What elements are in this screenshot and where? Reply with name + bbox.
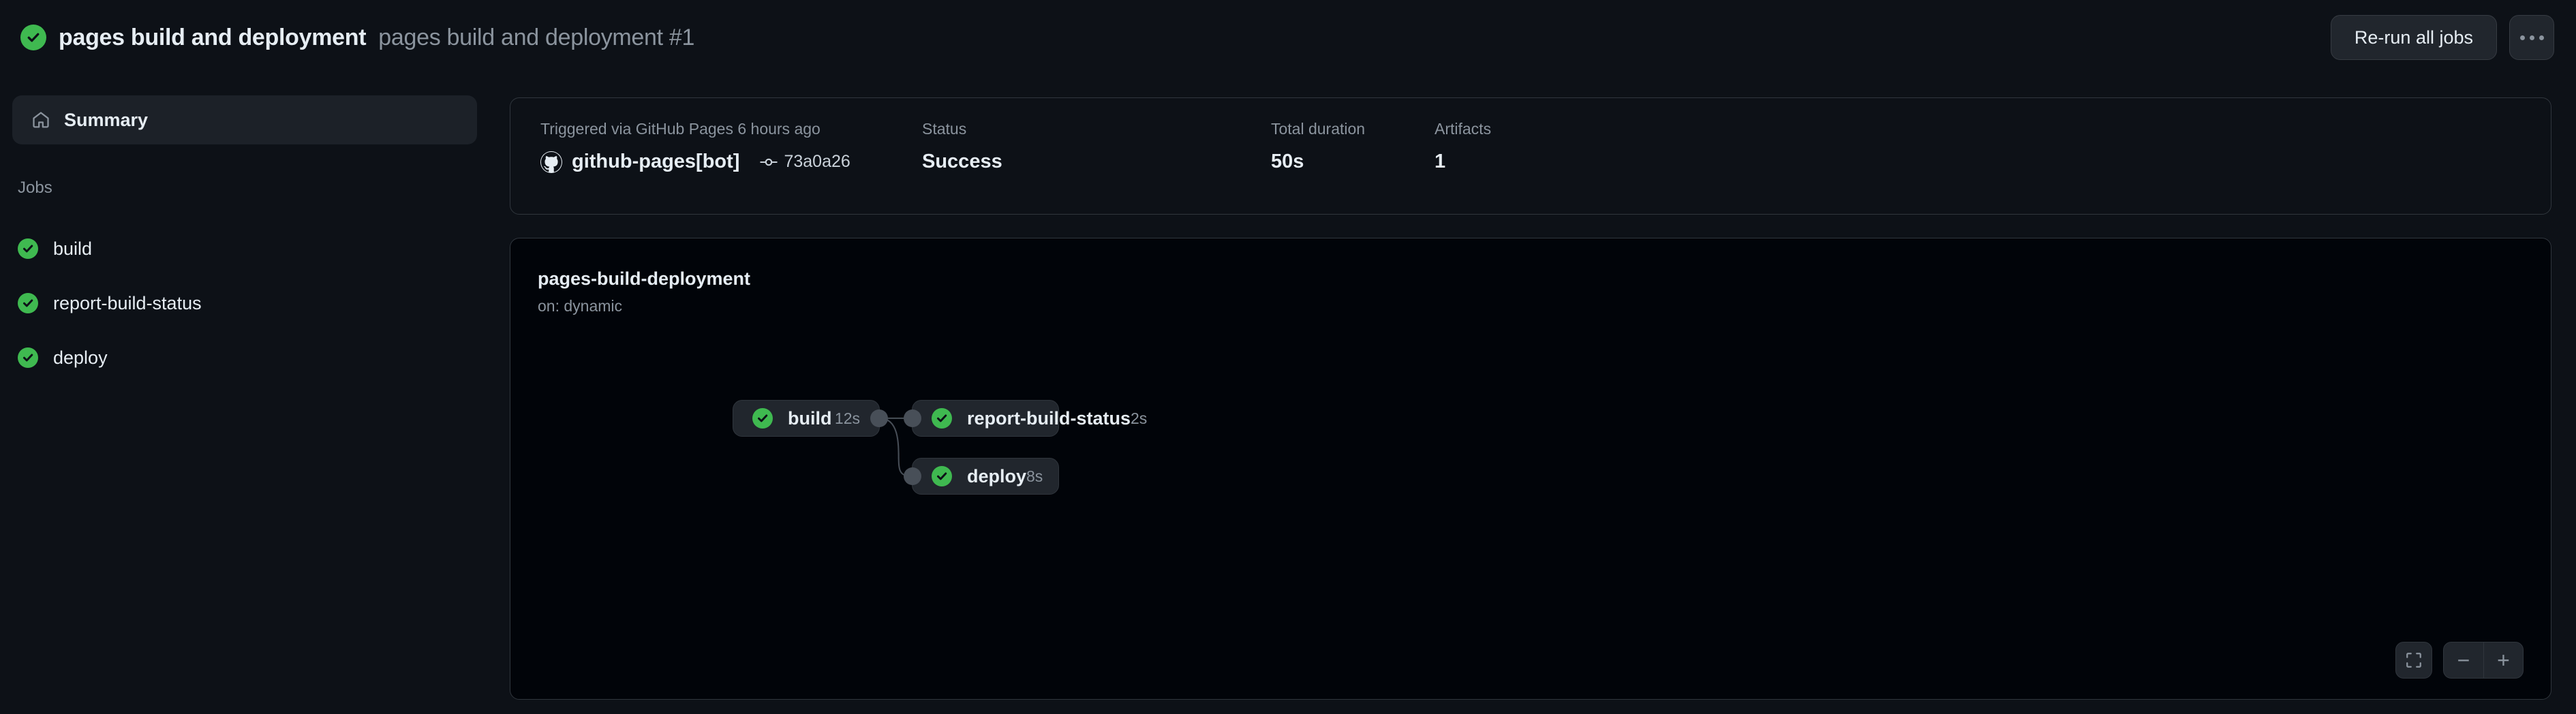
node-label: report-build-status	[967, 407, 1131, 429]
summary-column-trigger: Triggered via GitHub Pages 6 hours ago g…	[540, 120, 922, 173]
run-name: pages build and deployment #1	[378, 24, 695, 50]
job-status-check-icon	[18, 238, 38, 259]
sidebar-item-build[interactable]: build	[18, 221, 481, 276]
workflow-graph-card: pages-build-deployment on: dynamic build…	[510, 238, 2551, 700]
trigger-value: github-pages[bot] 73a0a26	[540, 151, 922, 173]
run-summary-card: Triggered via GitHub Pages 6 hours ago g…	[510, 97, 2551, 215]
summary-column-artifacts: Artifacts 1	[1435, 120, 1571, 173]
commit-sha: 73a0a26	[784, 152, 850, 171]
job-status-check-icon	[18, 347, 38, 368]
sidebar-item-deploy[interactable]: deploy	[18, 330, 481, 385]
header-actions: Re-run all jobs	[2330, 15, 2554, 60]
trigger-actor-link[interactable]: github-pages[bot]	[572, 151, 739, 173]
node-status-check-icon	[932, 466, 952, 486]
sidebar-item-report-build-status[interactable]: report-build-status	[18, 276, 481, 330]
node-target-handle[interactable]	[904, 409, 921, 427]
artifacts-label: Artifacts	[1435, 120, 1492, 138]
git-commit-icon	[760, 158, 778, 166]
zoom-out-button[interactable]: −	[2444, 642, 2483, 678]
graph-node-report-build-status[interactable]: report-build-status 2s	[904, 400, 1147, 437]
more-options-button[interactable]	[2509, 15, 2554, 60]
zoom-button-group: − +	[2443, 642, 2524, 679]
status-value: Success	[922, 151, 1002, 172]
sidebar-item-summary[interactable]: Summary	[12, 95, 477, 144]
zoom-in-button[interactable]: +	[2483, 642, 2523, 678]
sidebar-summary-label: Summary	[64, 109, 149, 130]
summary-column-duration: Total duration 50s	[1271, 120, 1435, 173]
trigger-label: Triggered via GitHub Pages 6 hours ago	[540, 120, 821, 138]
fit-screen-icon	[2406, 653, 2421, 668]
workflow-name: pages build and deployment	[59, 24, 367, 50]
page-header: pages build and deployment pages build a…	[0, 0, 2576, 75]
github-avatar-icon	[540, 151, 562, 173]
duration-value: 50s	[1271, 151, 1304, 172]
run-sidebar: Summary Jobs build report-build-status d…	[0, 75, 510, 714]
node-duration: 2s	[1131, 409, 1148, 427]
run-summary-columns: Triggered via GitHub Pages 6 hours ago g…	[510, 98, 2551, 173]
sidebar-jobs-list: build report-build-status deploy	[18, 221, 481, 385]
artifacts-value: 1	[1435, 151, 1446, 172]
node-duration: 12s	[834, 409, 860, 427]
graph-controls: − +	[2395, 642, 2524, 679]
node-label: build	[788, 407, 832, 429]
sidebar-job-label: report-build-status	[53, 292, 202, 313]
sidebar-job-label: deploy	[53, 347, 108, 368]
graph-canvas[interactable]: build 12s report-build-status 2s deploy …	[510, 238, 2551, 699]
home-icon	[33, 112, 49, 128]
graph-node-deploy[interactable]: deploy 8s	[904, 458, 1059, 495]
node-status-check-icon	[932, 408, 952, 429]
job-status-check-icon	[18, 293, 38, 313]
run-status-check-circle-icon	[20, 25, 46, 50]
edge-build-to-deploy	[879, 417, 912, 477]
jobs-section-heading: Jobs	[18, 178, 52, 197]
node-target-handle[interactable]	[904, 467, 921, 485]
commit-link[interactable]: 73a0a26	[760, 152, 850, 172]
node-label: deploy	[967, 465, 1027, 486]
duration-label: Total duration	[1271, 120, 1366, 138]
status-label: Status	[922, 120, 967, 138]
node-duration: 8s	[1026, 467, 1043, 485]
rerun-all-jobs-button[interactable]: Re-run all jobs	[2330, 15, 2497, 60]
node-status-check-icon	[752, 408, 773, 429]
header-title-group: pages build and deployment pages build a…	[20, 25, 2331, 51]
node-source-handle[interactable]	[870, 409, 888, 427]
graph-edges	[879, 417, 912, 477]
summary-column-status: Status Success	[922, 120, 1271, 173]
sidebar-job-label: build	[53, 238, 93, 259]
kebab-icon	[2519, 35, 2544, 40]
fit-view-button[interactable]	[2395, 642, 2432, 679]
graph-node-build[interactable]: build 12s	[733, 400, 888, 437]
